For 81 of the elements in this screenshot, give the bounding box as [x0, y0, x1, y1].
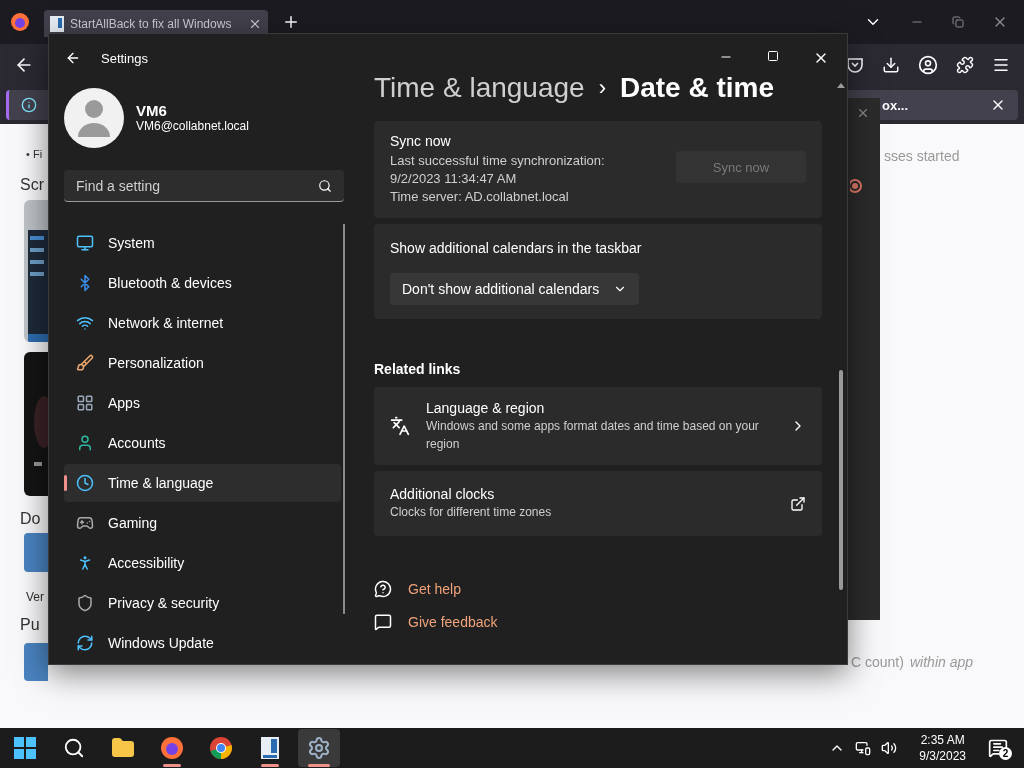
scroll-up-icon[interactable]	[837, 82, 845, 88]
chrome-icon[interactable]	[209, 736, 233, 760]
wifi-icon	[76, 314, 94, 332]
monitor-icon	[76, 234, 94, 252]
document-icon[interactable]	[260, 736, 280, 760]
nav-item[interactable]: Apps	[64, 384, 341, 422]
page-text: sses started	[884, 148, 960, 164]
setting-label: Show additional calendars in the taskbar	[390, 240, 643, 256]
page-text: • Fi	[26, 148, 43, 160]
clock-icon	[76, 474, 94, 492]
search-field[interactable]: Find a setting	[64, 170, 344, 202]
nav-item[interactable]: Accounts	[64, 424, 341, 462]
account-icon[interactable]	[918, 55, 938, 75]
search-icon[interactable]	[318, 179, 332, 193]
link-description: Clocks for different time zones	[390, 504, 553, 521]
nav-item[interactable]: Bluetooth & devices	[64, 264, 341, 302]
notification-text: ox...	[882, 97, 908, 113]
help-link[interactable]: Give feedback	[408, 613, 498, 630]
folder-icon[interactable]	[111, 736, 135, 760]
maximize-icon[interactable]	[767, 50, 779, 62]
restore-icon[interactable]	[952, 16, 964, 28]
refresh-icon	[76, 634, 94, 652]
sync-detail: Time server: AD.collabnet.local	[390, 188, 570, 206]
info-icon	[21, 97, 37, 113]
breadcrumb-parent[interactable]: Time & language	[374, 72, 585, 104]
browser-logo-icon	[10, 12, 30, 32]
menu-icon[interactable]	[992, 56, 1010, 74]
speaker-icon[interactable]	[881, 740, 898, 756]
clock[interactable]: 2:35 AM 9/3/2023	[919, 732, 966, 764]
puzzle-icon[interactable]	[956, 56, 974, 74]
network-icon[interactable]	[855, 740, 872, 756]
nav-item[interactable]: Time & language	[64, 464, 341, 502]
nav-item[interactable]: System	[64, 224, 341, 262]
nav-item[interactable]: Accessibility	[64, 544, 341, 582]
scrollbar[interactable]	[343, 224, 345, 614]
help-icon	[374, 579, 392, 598]
sync-detail: 9/2/2023 11:34:47 AM	[390, 170, 518, 188]
shield-icon	[76, 594, 94, 612]
nav-item[interactable]: Personalization	[64, 344, 341, 382]
nav-item[interactable]: Privacy & security	[64, 584, 341, 622]
record-icon	[850, 179, 862, 193]
link-card[interactable]: Language & region Windows and some apps format dates and time based on your region	[374, 387, 822, 465]
brush-icon	[76, 354, 94, 372]
link-description: Windows and some apps format dates and time based on your region	[426, 417, 760, 453]
help-link[interactable]: Get help	[408, 580, 461, 597]
download-icon[interactable]	[882, 56, 900, 74]
page-text: C count)	[851, 654, 904, 670]
sync-title: Sync now	[390, 133, 452, 149]
new-tab-icon[interactable]	[282, 13, 300, 31]
nav-item[interactable]: Windows Update	[64, 624, 341, 662]
external-link-icon	[790, 495, 806, 512]
link-title: Language & region	[426, 399, 546, 416]
link-card[interactable]: Additional clocks Clocks for different time zones	[374, 471, 822, 536]
gamepad-icon	[76, 514, 94, 532]
page-title: Date & time	[620, 72, 775, 104]
link-title: Additional clocks	[390, 486, 496, 502]
sync-detail: Last successful time synchronization:	[390, 152, 605, 170]
calendar-dropdown[interactable]: Don't show additional calendars	[390, 273, 640, 305]
grid-icon	[76, 394, 94, 412]
page-text: Ver	[26, 590, 44, 604]
settings-icon[interactable]	[307, 736, 331, 760]
document-icon	[50, 15, 64, 32]
window-title: Settings	[101, 50, 148, 66]
page-text: Scr	[20, 176, 44, 194]
user-email: VM6@collabnet.local	[136, 119, 249, 133]
nav-item[interactable]: Network & internet	[64, 304, 341, 342]
section-heading: Related links	[374, 361, 462, 377]
language-icon	[390, 416, 410, 436]
page-text: Pu	[20, 616, 40, 634]
pocket-icon[interactable]	[846, 57, 864, 73]
page-text: within app	[910, 654, 974, 670]
user-name: VM6	[136, 102, 168, 119]
feedback-icon	[374, 612, 392, 631]
search-icon[interactable]	[63, 737, 85, 759]
person-icon	[76, 434, 94, 452]
fox-icon[interactable]	[160, 736, 184, 760]
back-icon[interactable]	[65, 50, 81, 66]
windows-icon[interactable]	[14, 737, 36, 759]
breadcrumb-separator: ›	[598, 75, 606, 101]
nav-item[interactable]: Gaming	[64, 504, 341, 542]
page-text: Do	[20, 510, 41, 528]
